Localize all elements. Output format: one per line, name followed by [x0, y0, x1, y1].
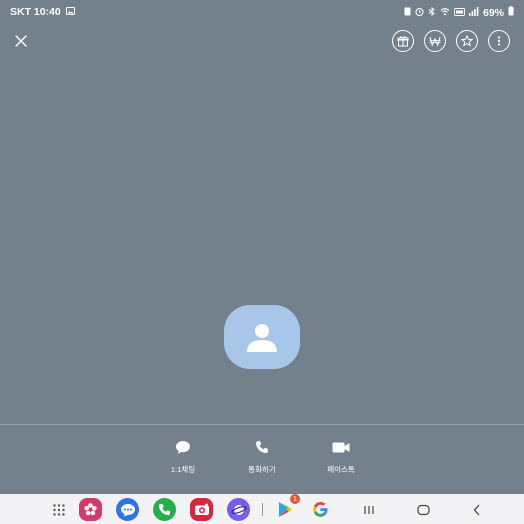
divider — [0, 424, 524, 425]
app-drawer-icon — [52, 503, 65, 516]
play-store-icon — [278, 502, 292, 517]
won-currency-icon — [429, 36, 441, 47]
messages-button[interactable] — [116, 498, 139, 521]
internet-icon — [230, 504, 247, 515]
phone-icon — [256, 441, 268, 453]
google-icon — [313, 502, 328, 517]
camera-app-icon — [194, 503, 209, 515]
chat-bubble-icon — [176, 440, 190, 454]
camera-app-button[interactable] — [190, 498, 213, 521]
star-icon — [461, 35, 473, 47]
recent-apps-button[interactable] — [359, 500, 379, 520]
home-icon — [416, 504, 430, 516]
gift-icon — [397, 36, 409, 47]
video-camera-icon — [332, 442, 350, 452]
app-drawer-button[interactable] — [47, 498, 70, 521]
carrier-time: SKT 10:40 — [10, 6, 61, 18]
lte-icon — [454, 7, 465, 19]
status-left: SKT 10:40 — [10, 6, 75, 18]
phone-app-button[interactable] — [153, 498, 176, 521]
play-store-button[interactable]: 1 — [273, 494, 300, 521]
screenshot-icon — [404, 7, 411, 19]
alarm-icon — [415, 7, 424, 19]
play-store-badge: 1 — [290, 494, 300, 504]
default-person-icon — [247, 324, 277, 352]
top-actions — [392, 30, 510, 52]
chat-action[interactable]: 1:1채팅 — [148, 436, 218, 475]
battery-level: 69% — [482, 6, 504, 19]
navigation-bar: 1 — [0, 494, 524, 524]
messages-icon — [120, 503, 135, 516]
profile-actions: 1:1채팅 통화하기 페이스톡 — [0, 436, 524, 486]
more-options-button[interactable] — [488, 30, 510, 52]
won-currency-button[interactable] — [424, 30, 446, 52]
chat-label: 1:1채팅 — [170, 465, 196, 474]
gallery-icon — [65, 6, 75, 18]
wifi-icon — [440, 7, 450, 19]
google-button[interactable] — [309, 498, 332, 521]
top-bar — [0, 24, 524, 58]
facetalk-label: 페이스톡 — [327, 465, 355, 474]
battery-icon — [508, 6, 514, 19]
favorite-button[interactable] — [456, 30, 478, 52]
call-action[interactable]: 통화하기 — [227, 436, 297, 475]
gift-button[interactable] — [392, 30, 414, 52]
recent-apps-icon — [364, 506, 374, 514]
bluetooth-icon — [428, 6, 436, 19]
close-button[interactable] — [10, 30, 32, 52]
internet-button[interactable] — [227, 498, 250, 521]
dock-separator — [262, 503, 263, 516]
call-label: 통화하기 — [248, 465, 276, 474]
close-icon — [15, 35, 27, 47]
profile-avatar[interactable] — [224, 305, 300, 369]
status-right: 69% — [404, 6, 514, 19]
flower-app-icon — [84, 503, 97, 516]
home-button[interactable] — [413, 500, 433, 520]
phone-app-icon — [158, 503, 171, 516]
back-button[interactable] — [467, 500, 487, 520]
flower-app-button[interactable] — [79, 498, 102, 521]
more-vertical-icon — [497, 36, 501, 46]
signal-icon — [468, 6, 479, 19]
facetalk-action[interactable]: 페이스톡 — [306, 436, 376, 475]
back-icon — [473, 504, 480, 516]
status-bar: SKT 10:40 69% — [0, 0, 524, 24]
